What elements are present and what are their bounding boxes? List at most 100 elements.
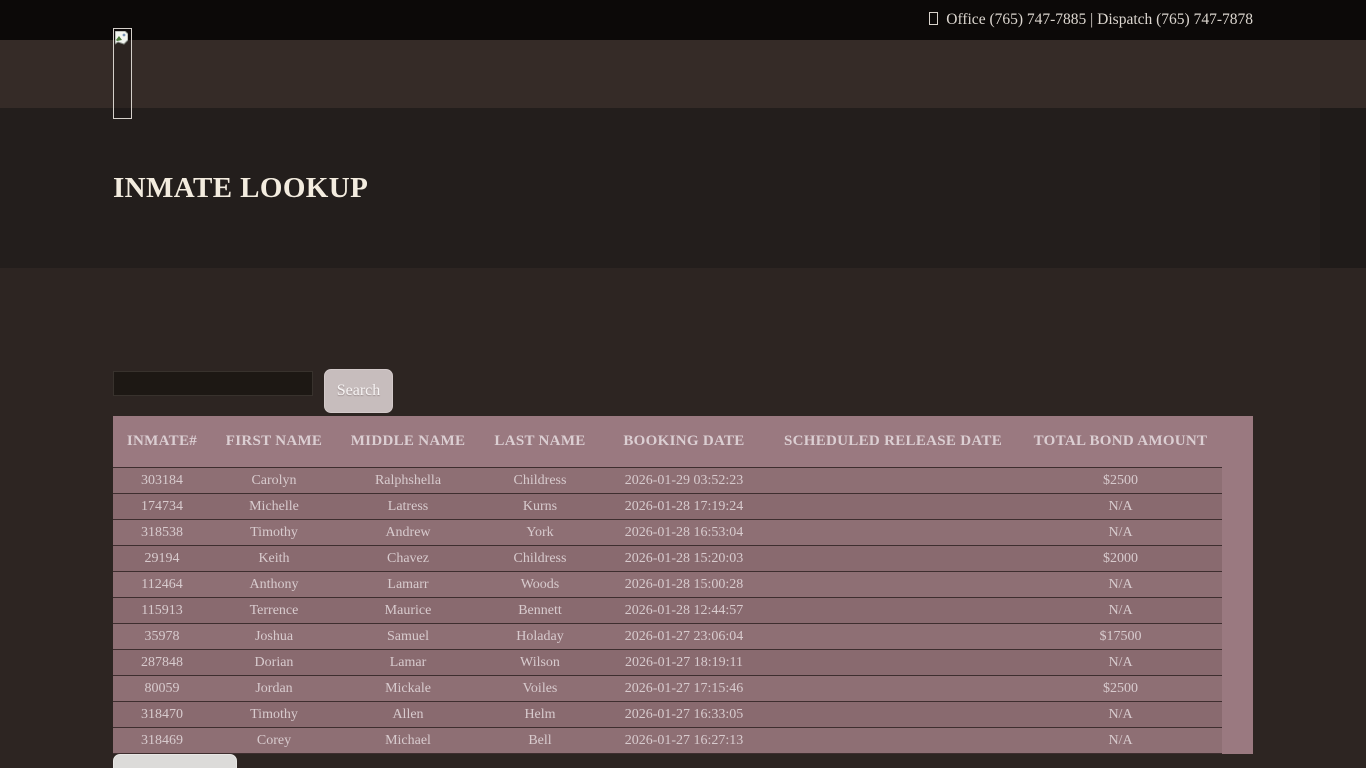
contact-info: Office (765) 747-7885 | Dispatch (765) 7… [929,0,1253,40]
cell-middle-name: Mickale [337,676,479,701]
cell-middle-name: Ralphshella [337,468,479,493]
column-header-first-name[interactable]: FIRST NAME [211,416,337,467]
cell-scheduled-release-date [767,702,1019,727]
cell-booking-date: 2026-01-28 12:44:57 [601,598,767,623]
column-header-last-name[interactable]: LAST NAME [479,416,601,467]
pagination-previous-button[interactable]: Previous [113,754,237,768]
cell-last-name: Bell [479,728,601,753]
cell-middle-name: Michael [337,728,479,753]
column-header-total-bond-amount[interactable]: TOTAL BOND AMOUNT [1019,416,1222,467]
phone-icon [929,12,938,25]
cell-scheduled-release-date [767,728,1019,753]
column-header-inmate-number[interactable]: INMATE# [113,416,211,467]
cell-inmate-number: 80059 [113,676,211,701]
table-row[interactable]: 35978JoshuaSamuelHoladay2026-01-27 23:06… [113,624,1222,650]
cell-total-bond-amount: N/A [1019,702,1222,727]
table-header-row: INMATE# FIRST NAME MIDDLE NAME LAST NAME… [113,416,1222,468]
cell-middle-name: Lamarr [337,572,479,597]
page-title: INMATE LOOKUP [113,172,368,205]
cell-last-name: Voiles [479,676,601,701]
cell-total-bond-amount: $2500 [1019,468,1222,493]
site-logo-broken-image[interactable] [113,28,132,119]
cell-total-bond-amount: $2000 [1019,546,1222,571]
search-button[interactable]: Search [324,369,393,413]
cell-scheduled-release-date [767,650,1019,675]
column-header-booking-date[interactable]: BOOKING DATE [601,416,767,467]
cell-booking-date: 2026-01-28 15:00:28 [601,572,767,597]
cell-first-name: Anthony [211,572,337,597]
cell-scheduled-release-date [767,468,1019,493]
cell-booking-date: 2026-01-29 03:52:23 [601,468,767,493]
cell-booking-date: 2026-01-28 15:20:03 [601,546,767,571]
cell-first-name: Dorian [211,650,337,675]
inmate-lookup-page: Office (765) 747-7885 | Dispatch (765) 7… [0,0,1366,768]
cell-scheduled-release-date [767,494,1019,519]
cell-middle-name: Chavez [337,546,479,571]
main-content: Search INMATE# FIRST NAME MIDDLE NAME LA… [0,268,1366,768]
cell-booking-date: 2026-01-27 23:06:04 [601,624,767,649]
table-row[interactable]: 29194KeithChavezChildress2026-01-28 15:2… [113,546,1222,572]
table-row[interactable]: 318470TimothyAllenHelm2026-01-27 16:33:0… [113,702,1222,728]
table-row[interactable]: 318538TimothyAndrewYork2026-01-28 16:53:… [113,520,1222,546]
cell-inmate-number: 35978 [113,624,211,649]
table-row[interactable]: 318469CoreyMichaelBell2026-01-27 16:27:1… [113,728,1222,754]
table-row[interactable]: 115913TerrenceMauriceBennett2026-01-28 1… [113,598,1222,624]
table-row[interactable]: 112464AnthonyLamarrWoods2026-01-28 15:00… [113,572,1222,598]
cell-booking-date: 2026-01-27 18:19:11 [601,650,767,675]
topbar: Office (765) 747-7885 | Dispatch (765) 7… [0,0,1366,40]
column-header-middle-name[interactable]: MIDDLE NAME [337,416,479,467]
cell-last-name: Helm [479,702,601,727]
cell-inmate-number: 318469 [113,728,211,753]
table-body: 303184CarolynRalphshellaChildress2026-01… [113,468,1253,754]
cell-last-name: Holaday [479,624,601,649]
cell-total-bond-amount: N/A [1019,520,1222,545]
cell-inmate-number: 174734 [113,494,211,519]
cell-inmate-number: 318538 [113,520,211,545]
cell-middle-name: Lamar [337,650,479,675]
table-row[interactable]: 80059JordanMickaleVoiles2026-01-27 17:15… [113,676,1222,702]
cell-inmate-number: 303184 [113,468,211,493]
cell-last-name: Bennett [479,598,601,623]
contact-phone-numbers: Office (765) 747-7885 | Dispatch (765) 7… [946,11,1253,28]
cell-first-name: Timothy [211,520,337,545]
cell-booking-date: 2026-01-27 16:33:05 [601,702,767,727]
cell-total-bond-amount: N/A [1019,650,1222,675]
cell-middle-name: Samuel [337,624,479,649]
cell-inmate-number: 318470 [113,702,211,727]
cell-first-name: Timothy [211,702,337,727]
cell-last-name: York [479,520,601,545]
broken-image-icon [115,31,128,45]
cell-middle-name: Andrew [337,520,479,545]
cell-first-name: Keith [211,546,337,571]
cell-inmate-number: 29194 [113,546,211,571]
table-row[interactable]: 287848DorianLamarWilson2026-01-27 18:19:… [113,650,1222,676]
cell-scheduled-release-date [767,572,1019,597]
cell-total-bond-amount: $17500 [1019,624,1222,649]
cell-first-name: Corey [211,728,337,753]
cell-inmate-number: 112464 [113,572,211,597]
cell-booking-date: 2026-01-28 16:53:04 [601,520,767,545]
search-input[interactable] [113,371,313,396]
cell-first-name: Joshua [211,624,337,649]
cell-scheduled-release-date [767,624,1019,649]
cell-total-bond-amount: N/A [1019,494,1222,519]
cell-last-name: Woods [479,572,601,597]
cell-middle-name: Allen [337,702,479,727]
cell-total-bond-amount: $2500 [1019,676,1222,701]
table-row[interactable]: 303184CarolynRalphshellaChildress2026-01… [113,468,1222,494]
cell-booking-date: 2026-01-28 17:19:24 [601,494,767,519]
cell-booking-date: 2026-01-27 17:15:46 [601,676,767,701]
table-row[interactable]: 174734MichelleLatressKurns2026-01-28 17:… [113,494,1222,520]
cell-inmate-number: 115913 [113,598,211,623]
cell-first-name: Michelle [211,494,337,519]
cell-first-name: Carolyn [211,468,337,493]
cell-total-bond-amount: N/A [1019,598,1222,623]
cell-scheduled-release-date [767,676,1019,701]
cell-total-bond-amount: N/A [1019,728,1222,753]
cell-last-name: Kurns [479,494,601,519]
cell-last-name: Childress [479,546,601,571]
cell-scheduled-release-date [767,598,1019,623]
cell-booking-date: 2026-01-27 16:27:13 [601,728,767,753]
column-header-scheduled-release-date[interactable]: SCHEDULED RELEASE DATE [767,416,1019,467]
cell-total-bond-amount: N/A [1019,572,1222,597]
